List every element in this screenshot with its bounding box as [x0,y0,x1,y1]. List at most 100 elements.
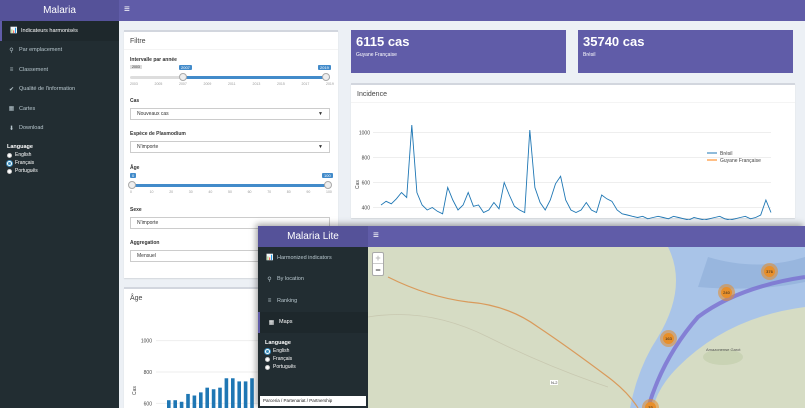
filter-title: Filtre [124,32,338,50]
sidebar-item-indicateurs-harmonises[interactable]: 📊 Indicateurs harmonisés [0,21,119,41]
sidebar-item-classement[interactable]: ≡ Classement [0,60,119,80]
slider-tick-label: 2003 [130,82,138,86]
language-label: English [273,348,290,354]
age-y-axis-label: Cas [132,386,138,395]
age-range-slider[interactable]: 0 100 0 10 20 30 40 50 60 70 80 90 100 [128,173,333,195]
language-radio-francais[interactable]: Français [258,355,368,363]
year-range-slider[interactable]: 2003 2019 2007 2019 2003 2005 2007 2009 2011… [130,65,334,87]
incidence-title: Incidence [351,85,795,103]
year-from-handle[interactable] [179,73,187,81]
partnership-banner: Parceria / Partenariat / Partnership [260,396,366,406]
age-to-handle[interactable] [324,181,332,189]
cases-select[interactable]: Nouveaux cas ▼ [130,108,330,120]
slider-tick-label: 50 [228,190,232,194]
radio-icon [7,152,12,158]
slider-tick-label: 2007 [179,82,187,86]
slider-tick-label: 0 [130,190,132,194]
age-bar [243,381,248,408]
age-bar [250,378,254,408]
sidebar-toggle-button[interactable]: ≡ [124,4,130,15]
age-bar [192,395,197,408]
legend-label-bresil: Brésil [720,151,733,157]
value-box-bresil-label: Brésil [583,52,596,58]
sidebar-item-label: Harmonized indicators [277,254,332,261]
map-view[interactable]: N-2 Amazonense Garot + − 376 240 163 33 [368,247,805,408]
sidebar-item-harmonized-indicators[interactable]: 📊 Harmonized indicators [258,247,368,269]
slider-tick-label: 60 [247,190,252,194]
y-tick-label: 800 [144,370,153,376]
value-box-guyane-value: 6115 cas [356,34,410,49]
front-sidebar-toggle-button[interactable]: ≡ [373,230,379,241]
sidebar-item-ranking[interactable]: ≡ Ranking [258,290,368,312]
ranking-icon: ≡ [267,297,272,304]
year-to-handle[interactable] [322,73,330,81]
sidebar-item-by-location[interactable]: ⚲ By location [258,269,368,291]
year-min-label: 2003 [130,65,142,69]
par-emplacement-icon: ⚲ [9,47,14,54]
top-header-bar [0,0,805,21]
sidebar-item-label: Classement [19,66,49,73]
age-bar [179,401,184,408]
slider-tick-label: 20 [169,190,174,194]
language-radio-portugues[interactable]: Português [0,167,119,175]
year-slider-fill [182,76,330,79]
zoom-out-button[interactable]: − [373,264,383,275]
sidebar: 📊 Indicateurs harmonisés ⚲ Par emplacement ≡… [0,21,119,408]
slider-tick-label: 70 [267,190,272,194]
value-box-bresil-value: 35740 cas [583,34,645,49]
slider-tick-label: 100 [326,190,332,194]
map-cluster-marker[interactable]: 240 [718,284,735,301]
sidebar-item-label: Download [19,125,44,132]
language-radio-english[interactable]: English [0,151,119,159]
sidebar-item-maps[interactable]: ▦ Maps [258,311,368,333]
chevron-down-icon: ▼ [318,111,323,117]
language-radio-portugues[interactable]: Português [258,363,368,371]
sidebar-item-cartes[interactable]: ▦ Cartes [0,99,119,119]
aggregation-label: Aggregation [130,240,160,246]
sidebar-item-qualite-de-l-information[interactable]: ✔ Qualité de l'information [0,80,119,100]
maps-icon: ▦ [268,319,275,326]
aggregation-select-value: Mensuel [137,253,156,259]
age-bar [205,387,209,408]
map-road-label: N-2 [550,380,559,385]
legend-label-guyane: Guyane Française [720,158,761,164]
age-from-handle[interactable] [128,181,136,189]
map-cluster-marker[interactable]: 163 [660,330,677,347]
language-label: Français [15,160,35,166]
series-line-bresil [380,124,772,220]
sidebar-item-download[interactable]: ⬇ Download [0,119,119,139]
language-radio-francais[interactable]: Français [0,159,119,167]
y-tick-label: 600 [144,401,153,407]
species-select[interactable]: N'importe ▼ [130,141,330,153]
front-language-title: Language [265,340,291,346]
species-label: Espèce de Plasmodium [130,131,186,137]
age-bar [218,387,222,408]
slider-tick-label: 2005 [154,82,163,86]
chevron-down-icon: ▼ [318,144,323,150]
slider-tick-label: 90 [306,190,311,194]
sidebar-item-label: By location [277,276,304,283]
language-radio-english[interactable]: English [258,347,368,355]
incidence-panel: Incidence 1000 800 600 400 Cas Brésil Guyan… [351,83,795,220]
indicateurs-harmonises-icon: 📊 [10,28,18,35]
sidebar-item-label: Cartes [19,105,36,112]
map-cluster-marker[interactable]: 376 [761,263,778,280]
age-label: Âge [130,165,140,171]
species-select-value: N'importe [137,144,159,150]
app-logo-title: Malaria [0,0,119,21]
language-title: Language [7,144,33,150]
map-place-label: Amazonense Garot [706,347,741,352]
language-label: Français [273,356,293,362]
sex-select-value: N'importe [137,220,159,226]
slider-tick-label: 10 [149,190,154,194]
radio-icon [265,348,270,354]
language-label: Português [15,168,38,174]
overlay-app-window: Malaria Lite ≡ 📊 Harmonized indicators ⚲ By… [258,226,805,408]
sidebar-item-label: Ranking [277,297,298,304]
zoom-in-button[interactable]: + [373,253,383,264]
y-tick-label: 800 [362,156,371,162]
sidebar-item-par-emplacement[interactable]: ⚲ Par emplacement [0,41,119,61]
age-from-badge: 0 [130,173,137,178]
cases-label: Cas [130,98,140,104]
age-bar [211,389,216,408]
